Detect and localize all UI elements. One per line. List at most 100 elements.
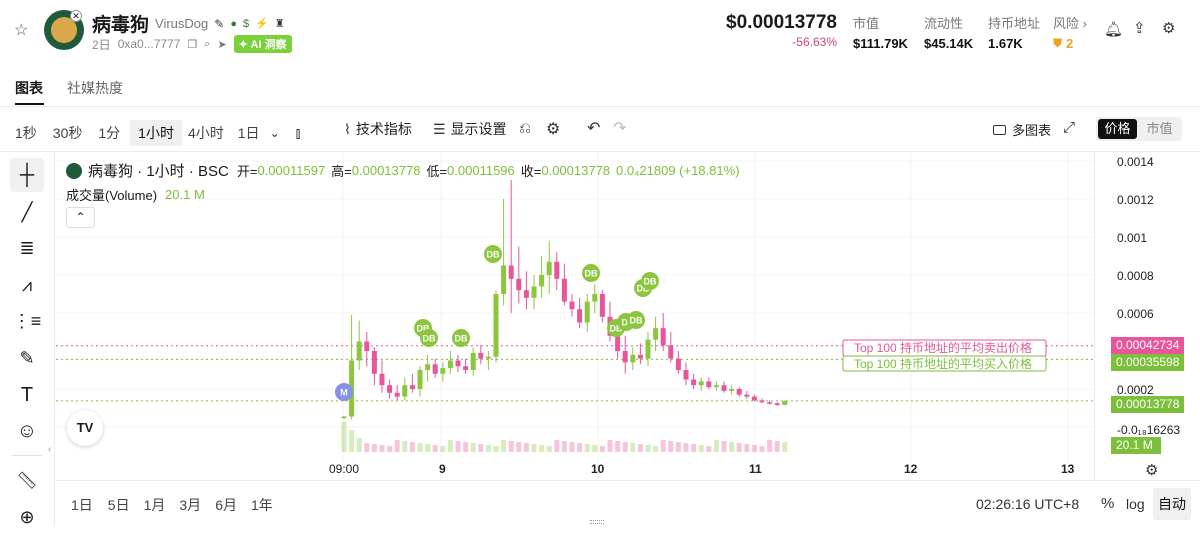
settings-icon[interactable]: ⚙	[1162, 19, 1175, 37]
mcap-toggle-button[interactable]: 市值	[1139, 119, 1180, 139]
candle-body	[569, 301, 575, 310]
multi-chart-icon	[993, 124, 1006, 135]
x-tick-0: 09:00	[329, 462, 360, 476]
multi-chart-button[interactable]: 多图表	[993, 120, 1051, 139]
volume-bar	[592, 445, 598, 452]
interval-1h[interactable]: 1小时	[130, 120, 182, 146]
volume-bar	[554, 440, 560, 452]
zoom-in-tool-icon[interactable]: ⊕	[10, 500, 44, 534]
avatar-badge: ✕	[70, 10, 82, 22]
candle-body	[447, 360, 453, 369]
volume-bar	[539, 445, 545, 452]
pattern-tool-icon[interactable]: ⩘	[10, 268, 44, 302]
interval-30s[interactable]: 30秒	[53, 123, 83, 143]
volume-bar	[341, 422, 347, 452]
range-1d[interactable]: 1日	[71, 495, 93, 515]
percent-scale-button[interactable]: %	[1101, 495, 1114, 512]
bell-icon[interactable]: 🔔︎	[1104, 20, 1123, 38]
volume-bar	[364, 443, 370, 452]
volume-bar	[721, 441, 727, 452]
redo-icon[interactable]: ↷	[613, 118, 626, 138]
chevron-down-icon[interactable]: ⌄	[270, 126, 280, 140]
candle-body	[782, 400, 788, 405]
volume-bar	[387, 446, 393, 452]
volume-bar	[508, 441, 514, 452]
telegram-icon[interactable]: ➤	[217, 38, 226, 51]
gear-icon[interactable]: ⚙	[546, 119, 560, 139]
candle-body	[660, 328, 666, 346]
trade-marker-label: M	[340, 388, 348, 398]
crosshair-tool-icon[interactable]: ┼	[10, 158, 44, 192]
trade-marker-label: DB	[455, 334, 468, 344]
legend-title: 病毒狗 · 1小时 · BSC	[88, 163, 229, 180]
candle-body	[713, 385, 719, 388]
fib-tool-icon[interactable]: ≣	[10, 231, 44, 265]
brush-tool-icon[interactable]: ✎	[10, 341, 44, 375]
indicators-icon: ⌇	[344, 120, 351, 137]
copy-icon[interactable]: ❐	[187, 38, 197, 51]
candle-body	[751, 396, 757, 401]
log-scale-button[interactable]: log	[1126, 496, 1145, 512]
range-1y[interactable]: 1年	[251, 495, 273, 515]
interval-1s[interactable]: 1秒	[15, 123, 37, 143]
trendline-tool-icon[interactable]: ╱	[10, 195, 44, 229]
volume-bar	[660, 440, 666, 452]
share-icon[interactable]: ⇪	[1133, 19, 1146, 37]
stat-risk[interactable]: 风险 › ⛊ 2	[1053, 13, 1087, 51]
volume-bar	[607, 440, 613, 452]
volume-label: 成交量(Volume)	[66, 188, 158, 203]
candle-body	[637, 354, 643, 359]
volume-bar	[432, 445, 438, 452]
volume-bar	[394, 440, 400, 452]
volume-bar	[546, 446, 552, 452]
flash-icon: ⚡	[255, 18, 269, 30]
range-6m[interactable]: 6月	[215, 495, 237, 515]
emoji-tool-icon[interactable]: ☺	[10, 414, 44, 448]
prediction-tool-icon[interactable]: ⋮≡	[10, 304, 44, 338]
ai-insight-badge[interactable]: ✦ AI 洞察	[233, 35, 292, 53]
volume-value: 20.1 M	[165, 187, 205, 202]
trade-marker-label: DB	[585, 269, 598, 279]
candle-body	[493, 294, 499, 357]
clock-time[interactable]: 02:26:16 UTC+8	[976, 496, 1079, 512]
edit-icon[interactable]: ✎	[214, 17, 224, 31]
legend-avatar	[66, 162, 82, 179]
interval-1d[interactable]: 1日	[238, 123, 260, 143]
volume-bar	[751, 445, 757, 452]
volume-bar	[615, 441, 621, 452]
range-5d[interactable]: 5日	[108, 495, 130, 515]
display-settings-button[interactable]: ☰ 显示设置	[433, 119, 507, 139]
interval-4h[interactable]: 4小时	[188, 123, 224, 143]
candle-body	[645, 339, 651, 359]
range-3m[interactable]: 3月	[179, 495, 201, 515]
candle-body	[531, 286, 537, 298]
price-toggle-button[interactable]: 价格	[1098, 119, 1137, 139]
volume-bar	[493, 446, 499, 452]
collapse-toolbar-icon[interactable]: ‹	[48, 444, 51, 455]
auto-scale-button[interactable]: 自动	[1153, 488, 1191, 520]
search-icon[interactable]: ⌕	[204, 38, 210, 51]
money-bag-icon: $	[242, 17, 250, 30]
indicators-button[interactable]: ⌇ 技术指标	[344, 119, 412, 139]
ruler-tool-icon[interactable]: 📏︎	[10, 464, 44, 498]
candle-body	[409, 385, 415, 389]
candle-type-icon[interactable]: ⫾	[296, 125, 301, 142]
volume-bar	[744, 444, 750, 452]
price-chart[interactable]: Top 100 持币地址的平均卖出价格Top 100 持币地址的平均买入价格 M D…	[56, 152, 1094, 480]
tab-social[interactable]: 社媒热度	[67, 78, 123, 98]
candle-body	[736, 389, 742, 395]
replay-icon[interactable]: ⎌	[519, 120, 531, 137]
undo-icon[interactable]: ↶	[587, 118, 600, 138]
volume-bar	[425, 444, 431, 452]
fullscreen-icon[interactable]: ⤢	[1063, 119, 1075, 136]
axis-settings-icon[interactable]: ⚙	[1145, 461, 1158, 479]
interval-1m[interactable]: 1分	[98, 123, 120, 143]
tab-chart[interactable]: 图表	[15, 78, 43, 98]
resize-handle[interactable]	[590, 520, 604, 524]
shield-icon: ⛊	[1053, 36, 1063, 50]
collapse-legend-button[interactable]: ⌃	[66, 207, 95, 228]
range-1m[interactable]: 1月	[144, 495, 166, 515]
star-icon[interactable]: ☆	[14, 20, 28, 40]
volume-bar	[516, 442, 522, 452]
text-tool-icon[interactable]: T	[10, 378, 44, 412]
